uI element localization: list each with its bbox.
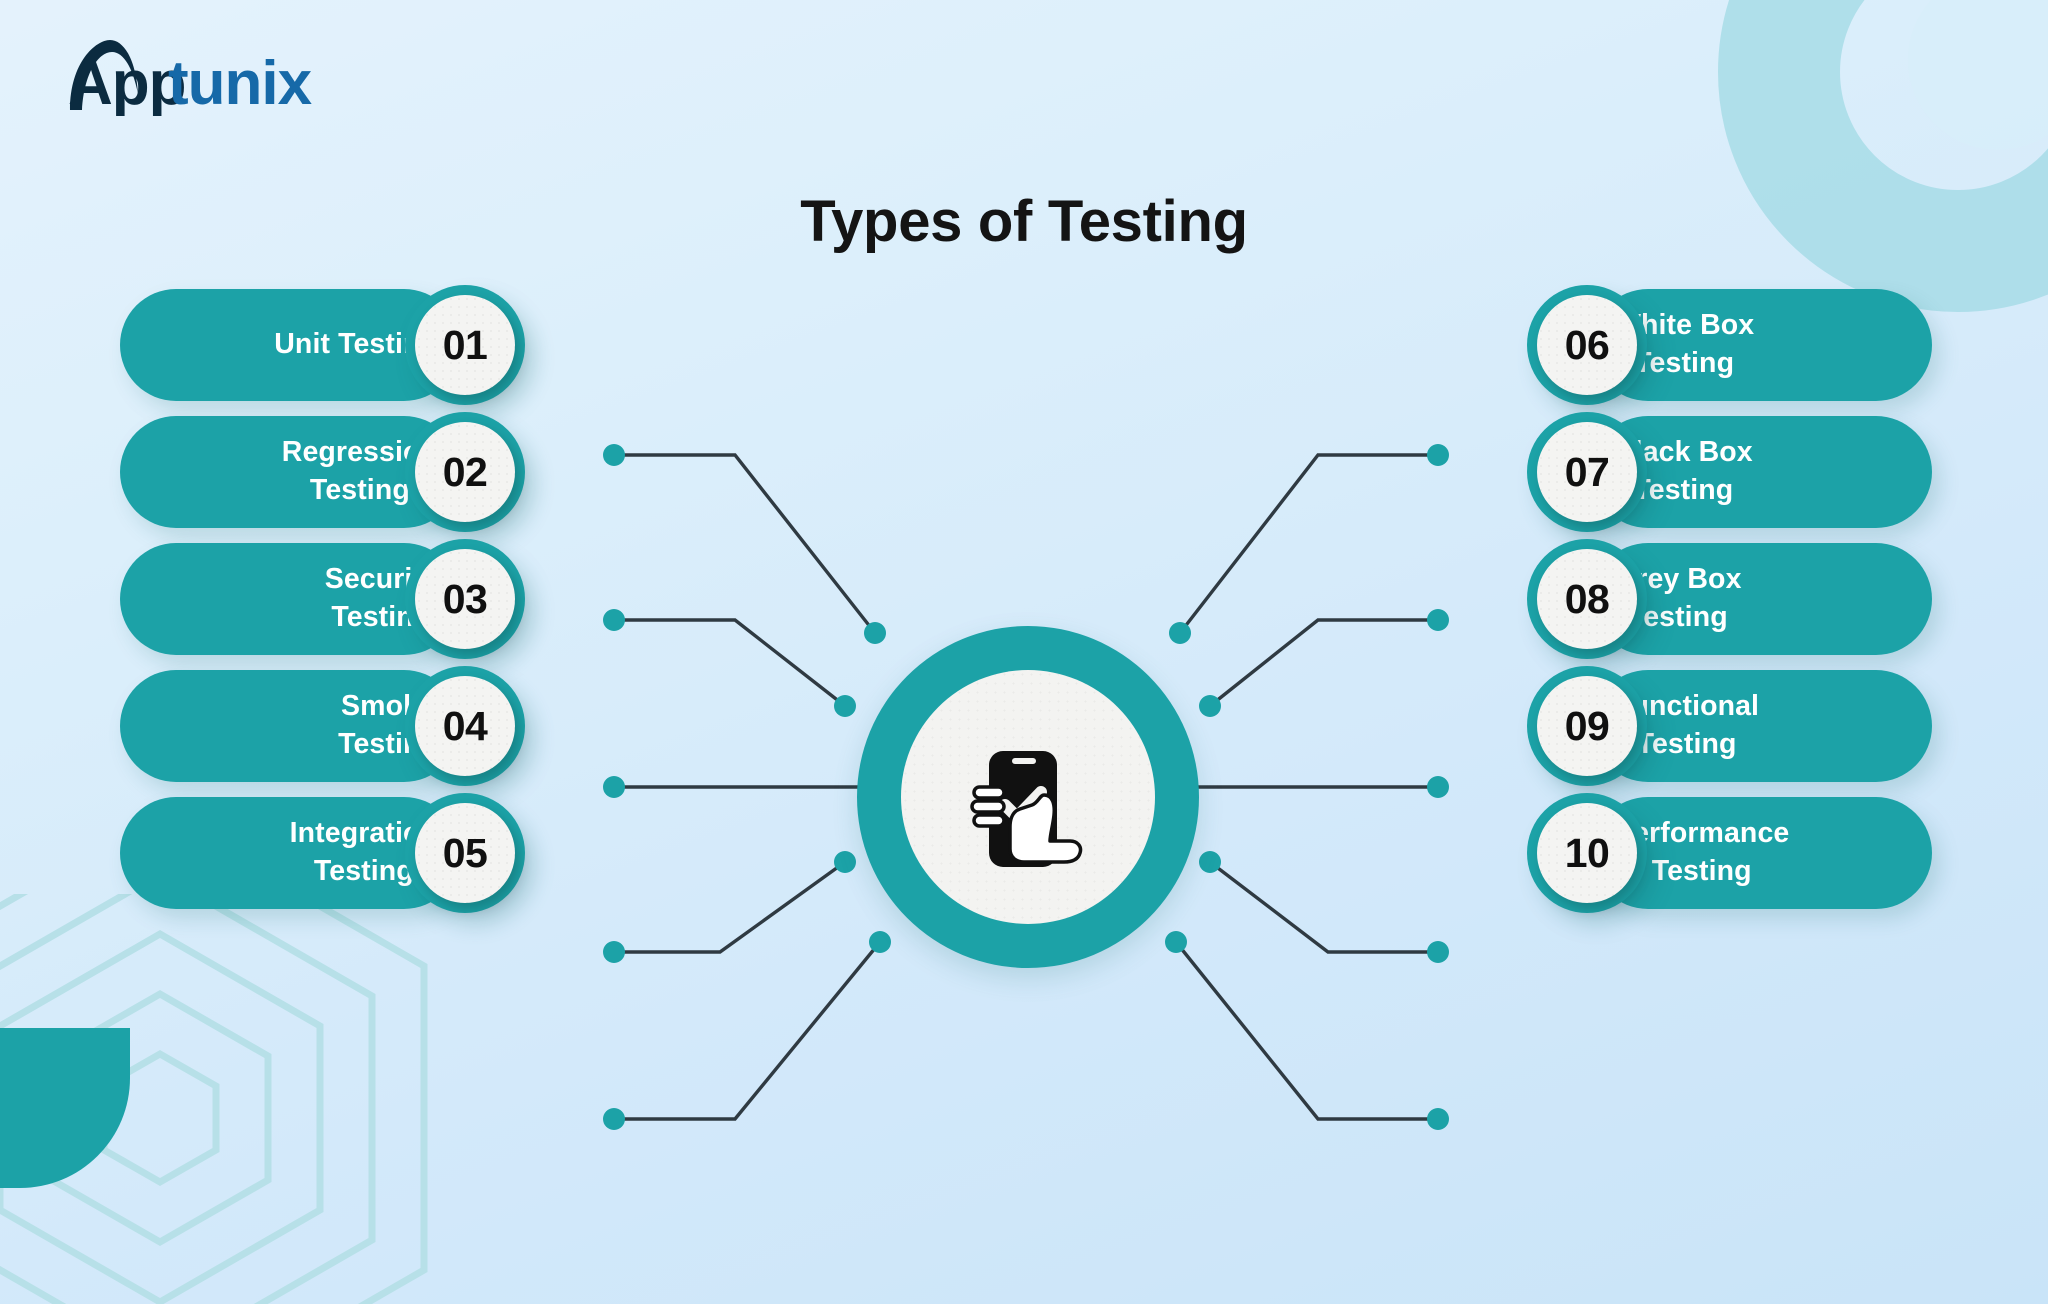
svg-text:tunix: tunix [168,49,313,116]
number-badge-right-1[interactable]: 06 [1515,273,1659,417]
list-item-left-5[interactable]: Integration Testing 05 [120,781,600,925]
list-item-left-3[interactable]: Security Testing 03 [120,527,600,671]
list-item-right-2[interactable]: Black Box Testing 07 [1452,400,1932,544]
infographic-canvas: App tunix Types of Testing Unit Testing … [0,0,2048,1304]
list-item-right-5[interactable]: Performance Testing 10 [1452,781,1932,925]
list-item-left-1[interactable]: Unit Testing 01 [120,273,600,417]
number-badge-left-2[interactable]: 02 [393,400,537,544]
number-badge-value: 09 [1537,676,1637,776]
page-title-strong: Testing [1047,189,1248,254]
number-badge-left-5[interactable]: 05 [393,781,537,925]
number-badge-value: 07 [1537,422,1637,522]
number-badge-value: 10 [1537,803,1637,903]
center-hub [857,626,1199,968]
number-badge-value: 08 [1537,549,1637,649]
number-badge-right-2[interactable]: 07 [1515,400,1659,544]
mobile-testing-check-icon [958,727,1098,867]
list-item-right-3[interactable]: Grey Box Testing 08 [1452,527,1932,671]
list-item-right-4[interactable]: Functional Testing 09 [1452,654,1932,798]
page-title-prefix: Types of [800,189,1048,254]
number-badge-right-5[interactable]: 10 [1515,781,1659,925]
number-badge-value: 03 [415,549,515,649]
list-item-left-2[interactable]: Regression Testing 02 [120,400,600,544]
page-title: Types of Testing [0,188,2048,255]
list-item-right-1[interactable]: White Box Testing 06 [1452,273,1932,417]
center-hub-inner [901,670,1155,924]
number-badge-right-3[interactable]: 08 [1515,527,1659,671]
number-badge-value: 01 [415,295,515,395]
list-item-left-4[interactable]: Smoke Testing 04 [120,654,600,798]
number-badge-value: 05 [415,803,515,903]
number-badge-left-1[interactable]: 01 [393,273,537,417]
number-badge-left-4[interactable]: 04 [393,654,537,798]
number-badge-right-4[interactable]: 09 [1515,654,1659,798]
number-badge-value: 06 [1537,295,1637,395]
number-badge-left-3[interactable]: 03 [393,527,537,671]
number-badge-value: 04 [415,676,515,776]
number-badge-value: 02 [415,422,515,522]
apptunix-logo[interactable]: App tunix [62,38,342,116]
